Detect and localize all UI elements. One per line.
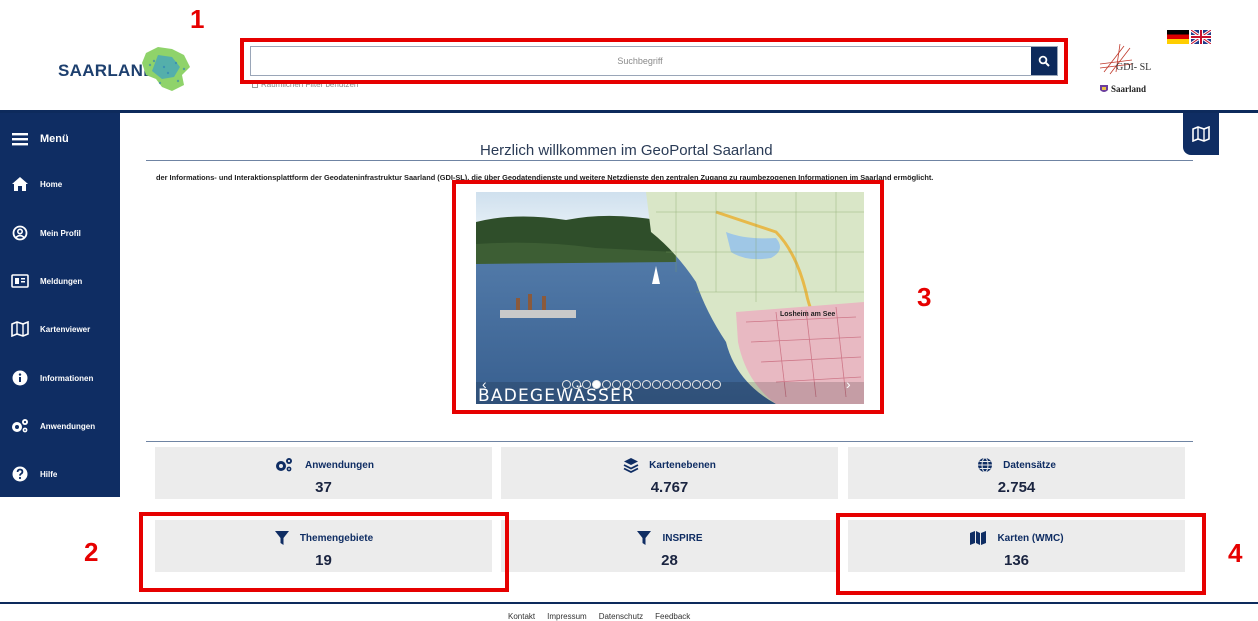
flag-uk-icon[interactable] [1191,30,1211,44]
sidebar-item-label: Meldungen [40,276,83,286]
sidebar-item-anwendungen[interactable]: Anwendungen [0,412,120,440]
flag-de-icon[interactable] [1167,30,1189,44]
info-icon [10,368,30,388]
title-divider [146,160,1193,161]
coat-of-arms-icon [1100,84,1108,92]
sidebar-item-label: Informationen [40,373,94,383]
gdi-text: GDI- SL [1116,62,1152,73]
stat-label: Anwendungen [305,459,374,471]
home-icon [10,174,30,194]
footer-link-datenschutz[interactable]: Datenschutz [599,612,643,621]
footer-divider [0,602,1258,604]
sidebar-item-label: Kartenviewer [40,324,91,334]
filter-icon [637,531,652,545]
user-circle-icon [10,223,30,243]
sidebar-menu-label: Menü [40,133,69,145]
hamburger-icon [10,129,30,149]
stat-label: INSPIRE [662,532,703,544]
sidebar-item-label: Anwendungen [40,421,96,431]
question-icon [10,464,30,484]
language-switcher [1167,30,1211,44]
sidebar: Menü Home Mein Profil Meldungen Kartenvi… [0,113,120,497]
stat-label: Datensätze [1003,459,1056,471]
sidebar-menu-toggle[interactable]: Menü [0,125,120,153]
annotation-box-slider [452,180,884,414]
layers-icon [623,458,639,473]
annotation-number: 1 [190,4,205,34]
stat-value: 28 [661,552,678,569]
header-divider [0,110,1258,113]
saarland-logo[interactable]: SAARLAND [58,45,198,95]
page-title: Herzlich willkommen im GeoPortal Saarlan… [480,142,773,159]
stat-tile-kartenebenen[interactable]: Kartenebenen 4.767 [501,447,838,499]
stat-tile-inspire[interactable]: INSPIRE 28 [501,520,838,572]
stat-value: 37 [315,479,332,496]
gdi-saarland-label: Saarland [1100,84,1146,94]
footer-link-impressum[interactable]: Impressum [547,612,587,621]
stats-divider [146,441,1193,442]
stat-value: 2.754 [997,479,1036,496]
annotation-number: 2 [84,537,99,567]
cogs-icon [10,416,30,436]
sidebar-item-kartenviewer[interactable]: Kartenviewer [0,315,120,343]
annotation-box-themengebiete [139,512,509,592]
stat-label: Kartenebenen [649,459,716,471]
gdi-sl-logo[interactable]: GDI- SL Saarland [1096,40,1176,100]
cogs-icon [276,458,293,472]
globe-icon [978,457,993,473]
sidebar-item-home[interactable]: Home [0,170,120,198]
annotation-number: 3 [917,282,932,312]
map-icon [1192,126,1210,142]
newspaper-icon [10,271,30,291]
sidebar-item-label: Hilfe [40,469,58,479]
sidebar-item-hilfe[interactable]: Hilfe [0,460,120,488]
annotation-box-search [240,38,1068,84]
annotation-box-karten [836,513,1206,595]
sidebar-item-label: Mein Profil [40,228,81,238]
map-viewer-tab[interactable] [1183,113,1219,155]
sidebar-item-informationen[interactable]: Informationen [0,364,120,392]
stat-tile-anwendungen[interactable]: Anwendungen 37 [155,447,492,499]
footer-link-kontakt[interactable]: Kontakt [508,612,535,621]
annotation-number: 4 [1228,538,1243,568]
footer: Kontakt Impressum Datenschutz Feedback [508,612,690,621]
stat-tile-datensaetze[interactable]: Datensätze 2.754 [848,447,1185,499]
saarland-map-logo-icon [142,47,190,91]
sidebar-item-label: Home [40,179,63,189]
stat-value: 4.767 [650,479,689,496]
footer-link-feedback[interactable]: Feedback [655,612,690,621]
map-icon [10,319,30,339]
sidebar-item-profile[interactable]: Mein Profil [0,219,120,247]
sidebar-item-meldungen[interactable]: Meldungen [0,267,120,295]
